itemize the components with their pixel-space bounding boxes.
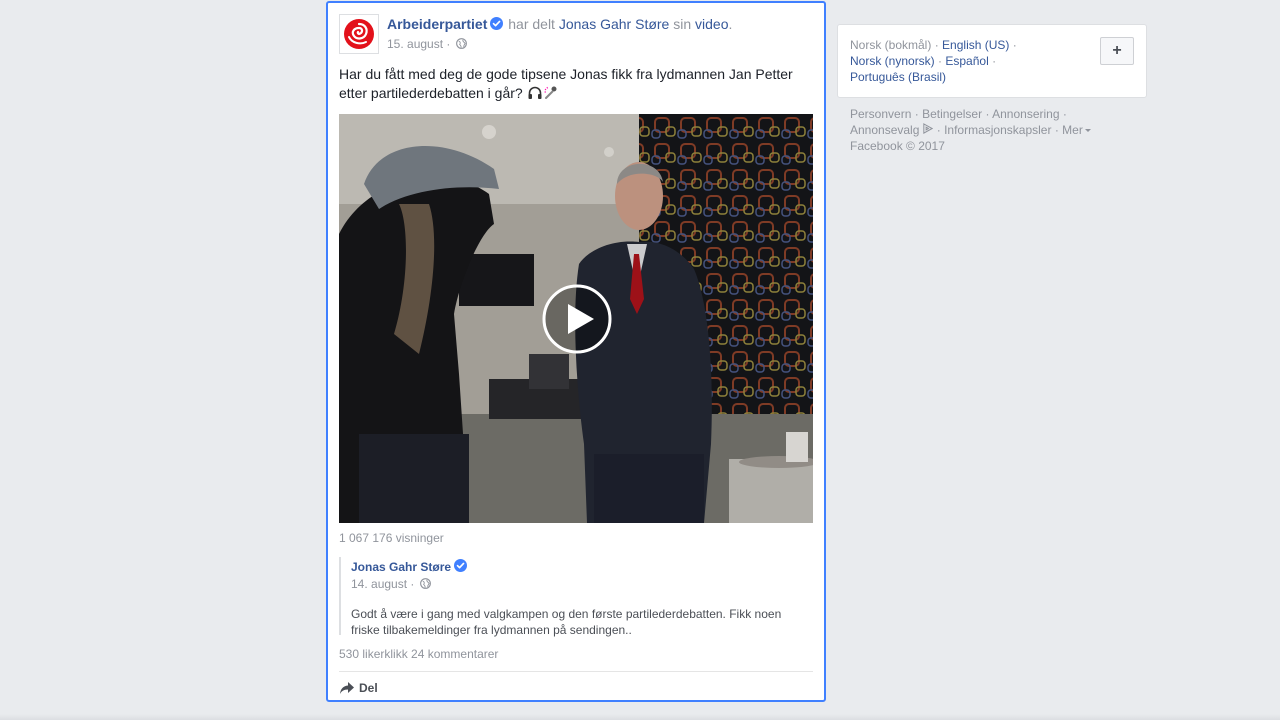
separator: · <box>938 54 943 68</box>
separator: · <box>936 123 941 137</box>
separator: · <box>1062 107 1067 121</box>
separator: · <box>1054 123 1059 137</box>
shared-author-row: Jonas Gahr Støre <box>351 559 813 575</box>
footer-link-informasjonskapsler[interactable]: Informasjonskapsler <box>944 123 1051 137</box>
footer-links: Personvern · Betingelser · Annonsering ·… <box>850 106 1140 154</box>
footer-link-annonsevalg[interactable]: Annonsevalg <box>850 123 934 137</box>
footer-link-mer[interactable]: Mer <box>1062 123 1091 137</box>
headphones-icon <box>528 86 542 99</box>
post-date-link[interactable]: 15. august <box>387 37 443 51</box>
language-list: Norsk (bokmål) · English (US) · Norsk (n… <box>850 37 1080 85</box>
copyright: Facebook © 2017 <box>850 139 945 153</box>
share-label: Del <box>359 681 378 695</box>
plus-icon: + <box>1112 42 1122 59</box>
add-language-button[interactable]: + <box>1100 37 1134 65</box>
shared-text: har delt <box>508 16 555 32</box>
sin-text: sin <box>673 16 692 32</box>
separator: · <box>985 107 990 121</box>
meta-separator: · <box>446 37 451 51</box>
likes-count[interactable]: 530 likerklikk <box>339 647 408 661</box>
globe-icon[interactable] <box>455 38 467 49</box>
current-language: Norsk (bokmål) <box>850 38 932 52</box>
language-selector: Norsk (bokmål) · English (US) · Norsk (n… <box>837 24 1147 98</box>
footer-link-betingelser[interactable]: Betingelser <box>922 107 982 121</box>
page-avatar[interactable] <box>339 14 379 54</box>
footer-link-annonsering[interactable]: Annonsering <box>992 107 1059 121</box>
separator: · <box>914 107 919 121</box>
microphone-icon <box>544 86 557 99</box>
adchoices-icon <box>923 123 934 134</box>
engagement-counts: 530 likerklikk 24 kommentarer <box>339 647 498 661</box>
shared-post-text: Godt å være i gang med valgkampen og den… <box>351 607 782 637</box>
video-link[interactable]: video <box>695 16 728 32</box>
post-header: Arbeiderpartiet har delt Jonas Gahr Stør… <box>339 14 813 54</box>
language-espanol[interactable]: Español <box>945 54 988 68</box>
separator: · <box>1012 38 1017 52</box>
share-arrow-icon <box>340 682 354 694</box>
shared-date-link[interactable]: 14. august <box>351 577 407 591</box>
verified-badge-icon <box>454 559 468 572</box>
language-norsk-nynorsk[interactable]: Norsk (nynorsk) <box>850 54 935 68</box>
rose-logo-icon <box>340 15 378 53</box>
view-count: 1 067 176 visninger <box>339 531 444 545</box>
post-header-text: Arbeiderpartiet har delt Jonas Gahr Stør… <box>387 14 813 52</box>
post-attribution: Arbeiderpartiet har delt Jonas Gahr Stør… <box>387 14 813 34</box>
annonsevalg-label: Annonsevalg <box>850 123 920 137</box>
comments-count[interactable]: 24 kommentarer <box>411 647 498 661</box>
verified-badge-icon <box>490 17 504 30</box>
page-name-link[interactable]: Arbeiderpartiet <box>387 16 487 32</box>
divider <box>339 671 813 672</box>
share-button[interactable]: Del <box>339 678 378 698</box>
shared-post: Jonas Gahr Støre 14. august · Godt å vær… <box>339 557 813 637</box>
language-portugues-brasil[interactable]: Português (Brasil) <box>850 70 946 84</box>
shared-author-link[interactable]: Jonas Gahr Støre <box>351 560 451 574</box>
shared-post-meta: 14. august · <box>351 576 813 592</box>
caret-down-icon <box>1084 129 1091 132</box>
post-body-text: Har du fått med deg de gode tipsene Jona… <box>339 66 793 101</box>
bottom-shadow <box>0 714 1280 720</box>
globe-icon[interactable] <box>419 578 431 589</box>
separator: · <box>934 38 939 52</box>
post-text: Har du fått med deg de gode tipsene Jona… <box>339 65 809 103</box>
period-text: . <box>728 16 733 32</box>
language-english-us[interactable]: English (US) <box>942 38 1009 52</box>
post-meta: 15. august · <box>387 36 813 52</box>
mer-label: Mer <box>1062 123 1083 137</box>
separator: · <box>992 54 997 68</box>
footer-link-personvern[interactable]: Personvern <box>850 107 911 121</box>
post-card: Arbeiderpartiet har delt Jonas Gahr Stør… <box>326 1 826 702</box>
video-player[interactable] <box>339 114 813 523</box>
meta-separator: · <box>410 577 415 591</box>
shared-person-link[interactable]: Jonas Gahr Støre <box>559 16 670 32</box>
play-icon[interactable] <box>542 284 612 354</box>
